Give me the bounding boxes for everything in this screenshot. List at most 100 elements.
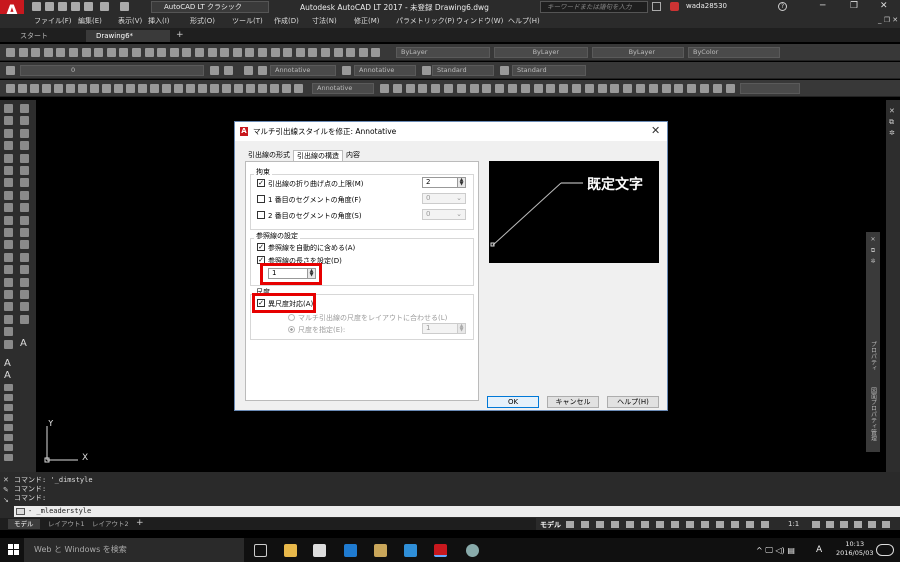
tray-icons[interactable]: ^ 🖵 ◁) ▤ [756,546,795,556]
toolbar-icon[interactable] [106,48,116,57]
save-icon[interactable] [58,2,67,11]
menu-item-2[interactable]: 表示(V) [118,16,142,26]
redo-icon[interactable] [120,2,129,11]
store-icon[interactable] [670,2,679,11]
toolbar-icon[interactable] [597,84,607,93]
toolbar-icon[interactable] [102,84,111,93]
workspace-dropdown[interactable]: AutoCAD LT クラシック [151,1,269,13]
toolbar-icon[interactable] [725,84,735,93]
clock[interactable]: 10:13 2016/05/03 [836,540,873,558]
toolbar-icon[interactable] [661,84,671,93]
open-icon[interactable] [45,2,54,11]
toolbar-icon[interactable] [482,84,492,93]
tab-model[interactable]: モデル [8,519,40,529]
layer-dropdown[interactable]: 0 [20,65,204,76]
store-app-icon[interactable] [313,544,326,557]
toolbar-icon[interactable] [346,48,356,57]
toolbar-icon[interactable] [584,84,594,93]
toolbar-icon[interactable] [533,84,543,93]
status-tool-icon[interactable] [826,521,834,528]
toolbar-icon[interactable] [495,84,505,93]
draw-tool-icon[interactable] [4,314,13,324]
toolbar-icon[interactable] [270,48,280,57]
draw-tool-icon[interactable] [4,178,13,188]
help-icon[interactable]: ? [778,2,787,11]
second-segment-checkbox[interactable] [257,211,265,219]
toolbar-icon[interactable] [6,84,15,93]
toolbar-icon[interactable] [405,84,415,93]
draw-tool-icon[interactable] [4,302,13,312]
tab-drawing6[interactable]: Drawing6* ✕ [86,30,170,52]
app-taskbar-icon[interactable] [466,544,479,557]
toolbar-icon[interactable] [210,84,219,93]
palette-controls-icon[interactable]: ✕ ⧉ ✲ [889,106,895,139]
draw-tool-icon[interactable] [4,277,13,287]
annotative-dropdown[interactable]: Annotative [312,83,374,94]
annotation-tool-icon[interactable] [4,454,13,461]
toolbar-icon[interactable] [636,84,645,93]
toolbar-icon[interactable] [119,48,129,57]
text-style-icon[interactable] [244,66,253,75]
tab-layout2[interactable]: レイアウト2 [86,519,135,529]
linetype-dropdown[interactable]: ByLayer [494,47,588,58]
toolbar-icon[interactable] [572,84,581,93]
layer-properties-icon[interactable] [6,66,15,75]
spinner-arrows-icon[interactable]: ▲ ▼ [457,178,465,187]
modify-tool-icon[interactable] [20,153,29,163]
draw-tool-icon[interactable] [4,252,13,262]
modify-tool-icon[interactable] [20,228,29,237]
color-dropdown[interactable]: ByLayer [396,47,490,58]
tab-leader-format[interactable]: 引出線の形式 [245,150,293,161]
taskbar-search[interactable]: Web と Windows を検索 [24,538,244,562]
draw-tool-icon[interactable] [4,153,13,163]
second-segment-dropdown[interactable]: 0 ⌄ [422,209,466,220]
mleader-style-icon[interactable] [500,66,509,75]
status-toggle-icon[interactable] [701,521,709,528]
status-toggle-icon[interactable] [716,521,724,528]
toolbar-icon[interactable] [198,84,207,93]
autocad-taskbar-icon[interactable] [434,544,447,557]
toolbar-icon[interactable] [30,84,39,93]
modify-tool-icon[interactable] [20,203,29,213]
annotation-tool-icon[interactable] [4,394,13,401]
menu-item-7[interactable]: 寸法(N) [312,16,337,26]
menu-item-0[interactable]: ファイル(F) [34,16,72,26]
layer-previous-icon[interactable] [224,66,233,75]
toolbar-icon[interactable] [169,48,179,57]
toolbar-icon[interactable] [78,84,87,93]
status-toggle-icon[interactable] [731,521,739,528]
ime-indicator[interactable]: A [816,545,822,555]
toolbar-icon[interactable] [222,84,231,93]
windows-start-icon[interactable] [8,544,20,556]
toolbar-icon[interactable] [520,84,530,93]
toolbar-icon[interactable] [371,48,381,57]
help-button[interactable]: ヘルプ(H) [607,396,659,408]
toolbar-icon[interactable] [162,84,171,93]
doc-window-controls[interactable]: _ ❐ ✕ [878,16,898,24]
toolbar-icon[interactable] [150,84,159,93]
status-tool-icon[interactable] [868,521,876,528]
toolbar-icon[interactable] [174,84,183,93]
table-style-icon[interactable] [422,66,431,75]
toolbar-icon[interactable] [31,48,41,57]
toolbar-icon[interactable] [258,48,267,57]
status-toggle-icon[interactable] [746,521,754,528]
status-toggle-icon[interactable] [611,521,619,528]
dialog-close-icon[interactable]: ✕ [651,124,660,137]
toolbar-icon[interactable] [132,48,141,57]
layer-current-icon[interactable] [210,66,219,75]
specify-scale-radio[interactable] [288,326,295,333]
toolbar-icon[interactable] [283,48,293,57]
toolbar-icon[interactable] [126,84,135,93]
toolbar-icon[interactable] [392,84,402,93]
draw-tool-icon[interactable] [4,228,13,237]
minimize-icon[interactable]: ─ [820,1,825,11]
close-icon[interactable]: ✕ [880,1,888,11]
annotation-tool-icon[interactable] [4,384,13,391]
tab-start[interactable]: スタート [10,30,58,42]
modify-tool-icon[interactable] [20,290,29,299]
draw-tool-icon[interactable] [4,128,13,138]
menu-item-9[interactable]: パラメトリック(P) [396,16,454,26]
search-input[interactable]: キーワードまたは語句を入力 [540,1,648,13]
modify-tool-icon[interactable] [20,302,29,312]
